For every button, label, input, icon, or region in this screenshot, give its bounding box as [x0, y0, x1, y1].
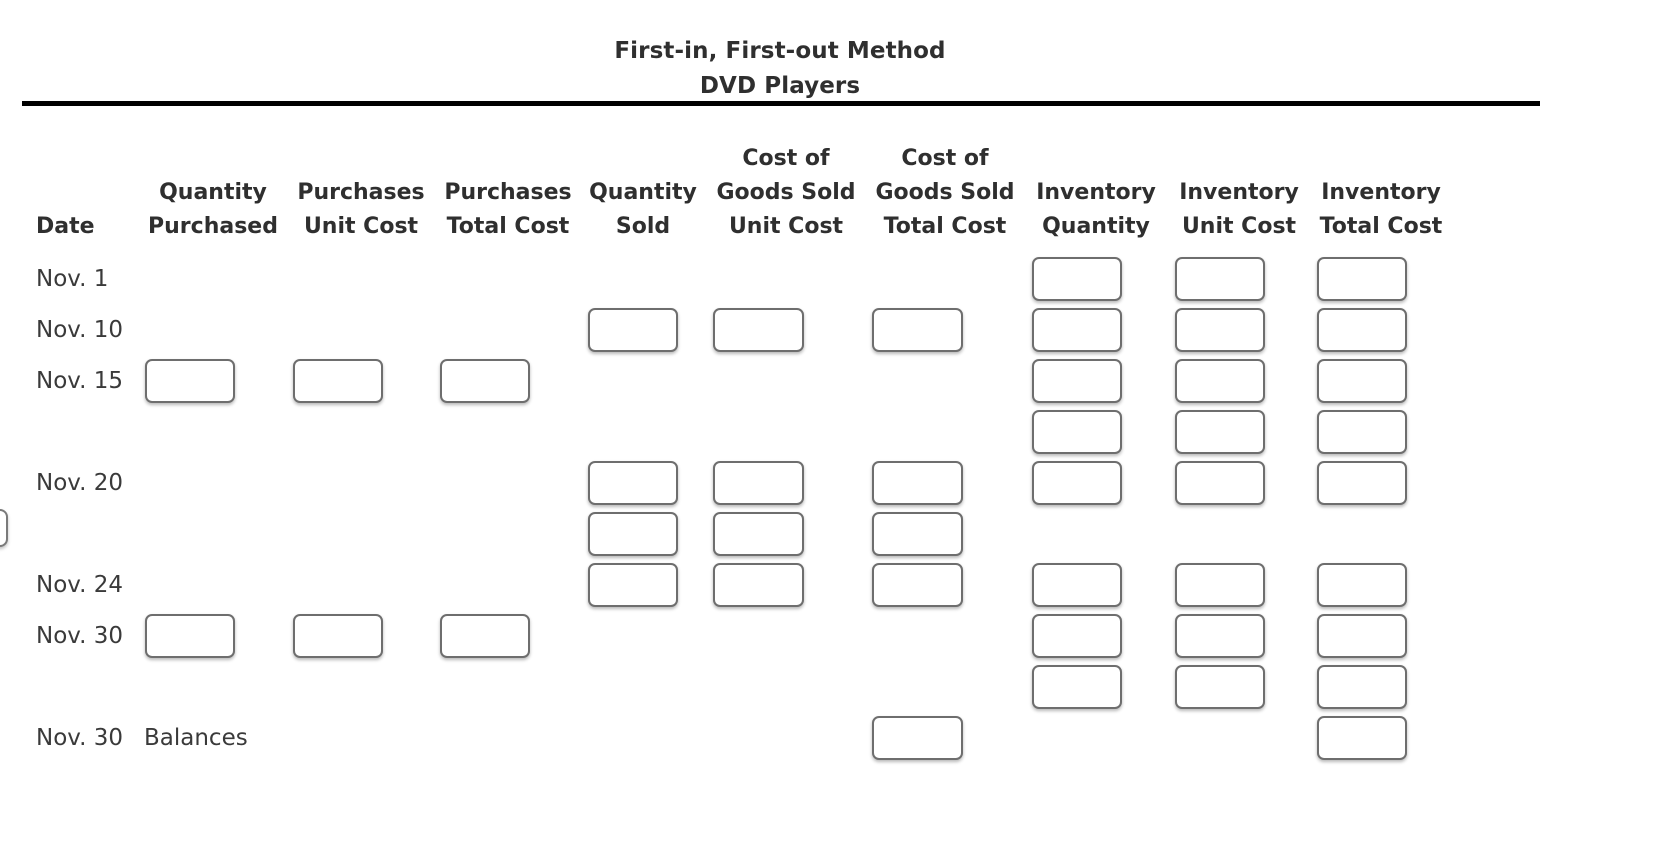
input-inv_unit_cost-row-4[interactable] [1175, 410, 1265, 454]
column-header-qty_sold: Quantity Sold [589, 180, 697, 239]
column-header-inv_total_cost: Inventory Total Cost [1319, 180, 1443, 239]
input-inv_total_cost-row-5[interactable] [1317, 461, 1407, 505]
input-inv_total_cost-row-10[interactable] [1317, 716, 1407, 760]
column-header-pur_unit_cost: Purchases Unit Cost [297, 180, 425, 239]
input-cogs_total_cost-row-5[interactable] [872, 461, 963, 505]
input-inv_unit_cost-row-2[interactable] [1175, 308, 1265, 352]
input-inv_unit_cost-row-7[interactable] [1175, 563, 1265, 607]
row-date-label: Nov. 10 [36, 317, 123, 343]
clipped-edge-artifact [0, 509, 8, 547]
input-inv_qty-row-4[interactable] [1032, 410, 1122, 454]
input-inv_unit_cost-row-8[interactable] [1175, 614, 1265, 658]
column-header-cogs_unit_cost: Cost of Goods Sold Unit Cost [716, 146, 856, 239]
input-cogs_unit_cost-row-2[interactable] [713, 308, 804, 352]
table-row: Nov. 30 [0, 611, 1664, 662]
column-header-qty_purchased: Quantity Purchased [148, 180, 278, 239]
row-date-label: Nov. 24 [36, 572, 123, 598]
input-inv_qty-row-9[interactable] [1032, 665, 1122, 709]
column-header-date: Date [36, 214, 95, 239]
input-inv_total_cost-row-9[interactable] [1317, 665, 1407, 709]
row-date-label: Nov. 30 [36, 725, 123, 751]
input-inv_total_cost-row-7[interactable] [1317, 563, 1407, 607]
input-pur_unit_cost-row-3[interactable] [293, 359, 383, 403]
column-header-inv_unit_cost: Inventory Unit Cost [1179, 180, 1299, 239]
input-inv_total_cost-row-3[interactable] [1317, 359, 1407, 403]
input-cogs_total_cost-row-2[interactable] [872, 308, 963, 352]
input-qty_sold-row-7[interactable] [588, 563, 678, 607]
input-pur_total_cost-row-3[interactable] [440, 359, 530, 403]
input-cogs_total_cost-row-7[interactable] [872, 563, 963, 607]
table-row [0, 407, 1664, 458]
input-inv_qty-row-7[interactable] [1032, 563, 1122, 607]
report-title-block: First-in, First-out Method DVD Players [0, 34, 1560, 104]
report-title-method: First-in, First-out Method [614, 38, 946, 64]
input-pur_total_cost-row-8[interactable] [440, 614, 530, 658]
row-date-label: Nov. 20 [36, 470, 123, 496]
input-inv_total_cost-row-2[interactable] [1317, 308, 1407, 352]
input-inv_qty-row-1[interactable] [1032, 257, 1122, 301]
title-divider-rule [22, 101, 1540, 106]
input-inv_unit_cost-row-3[interactable] [1175, 359, 1265, 403]
input-cogs_unit_cost-row-7[interactable] [713, 563, 804, 607]
input-inv_qty-row-5[interactable] [1032, 461, 1122, 505]
row-sublabel-balances: Balances [144, 725, 248, 751]
table-body: Nov. 1 Nov. 10 Nov. 15 Nov. 20 Nov. 24 Nov. 3… [0, 244, 1664, 804]
input-inv_total_cost-row-8[interactable] [1317, 614, 1407, 658]
table-row: Nov. 30 Balances [0, 713, 1664, 764]
input-inv_total_cost-row-4[interactable] [1317, 410, 1407, 454]
row-date-label: Nov. 15 [36, 368, 123, 394]
column-header-pur_total_cost: Purchases Total Cost [444, 180, 572, 239]
input-inv_unit_cost-row-5[interactable] [1175, 461, 1265, 505]
input-cogs_total_cost-row-10[interactable] [872, 716, 963, 760]
input-qty_sold-row-5[interactable] [588, 461, 678, 505]
report-title-product: DVD Players [699, 73, 861, 99]
table-row: Nov. 10 [0, 305, 1664, 356]
column-header-cogs_total_cost: Cost of Goods Sold Total Cost [875, 146, 1015, 239]
table-header-row: Date Quantity Purchased Purchases Unit Cos… [0, 126, 1664, 244]
input-cogs_total_cost-row-6[interactable] [872, 512, 963, 556]
input-inv_unit_cost-row-9[interactable] [1175, 665, 1265, 709]
table-row [0, 509, 1664, 560]
row-date-label: Nov. 30 [36, 623, 123, 649]
input-qty_purchased-row-8[interactable] [145, 614, 235, 658]
input-qty_sold-row-2[interactable] [588, 308, 678, 352]
input-qty_sold-row-6[interactable] [588, 512, 678, 556]
table-row: Nov. 15 [0, 356, 1664, 407]
column-header-inv_qty: Inventory Quantity [1036, 180, 1156, 239]
input-inv_unit_cost-row-1[interactable] [1175, 257, 1265, 301]
input-inv_qty-row-2[interactable] [1032, 308, 1122, 352]
input-inv_qty-row-8[interactable] [1032, 614, 1122, 658]
input-qty_purchased-row-3[interactable] [145, 359, 235, 403]
table-row [0, 662, 1664, 713]
input-inv_total_cost-row-1[interactable] [1317, 257, 1407, 301]
input-inv_qty-row-3[interactable] [1032, 359, 1122, 403]
table-row: Nov. 24 [0, 560, 1664, 611]
table-row: Nov. 1 [0, 254, 1664, 305]
table-row: Nov. 20 [0, 458, 1664, 509]
input-pur_unit_cost-row-8[interactable] [293, 614, 383, 658]
input-cogs_unit_cost-row-5[interactable] [713, 461, 804, 505]
row-date-label: Nov. 1 [36, 266, 109, 292]
input-cogs_unit_cost-row-6[interactable] [713, 512, 804, 556]
